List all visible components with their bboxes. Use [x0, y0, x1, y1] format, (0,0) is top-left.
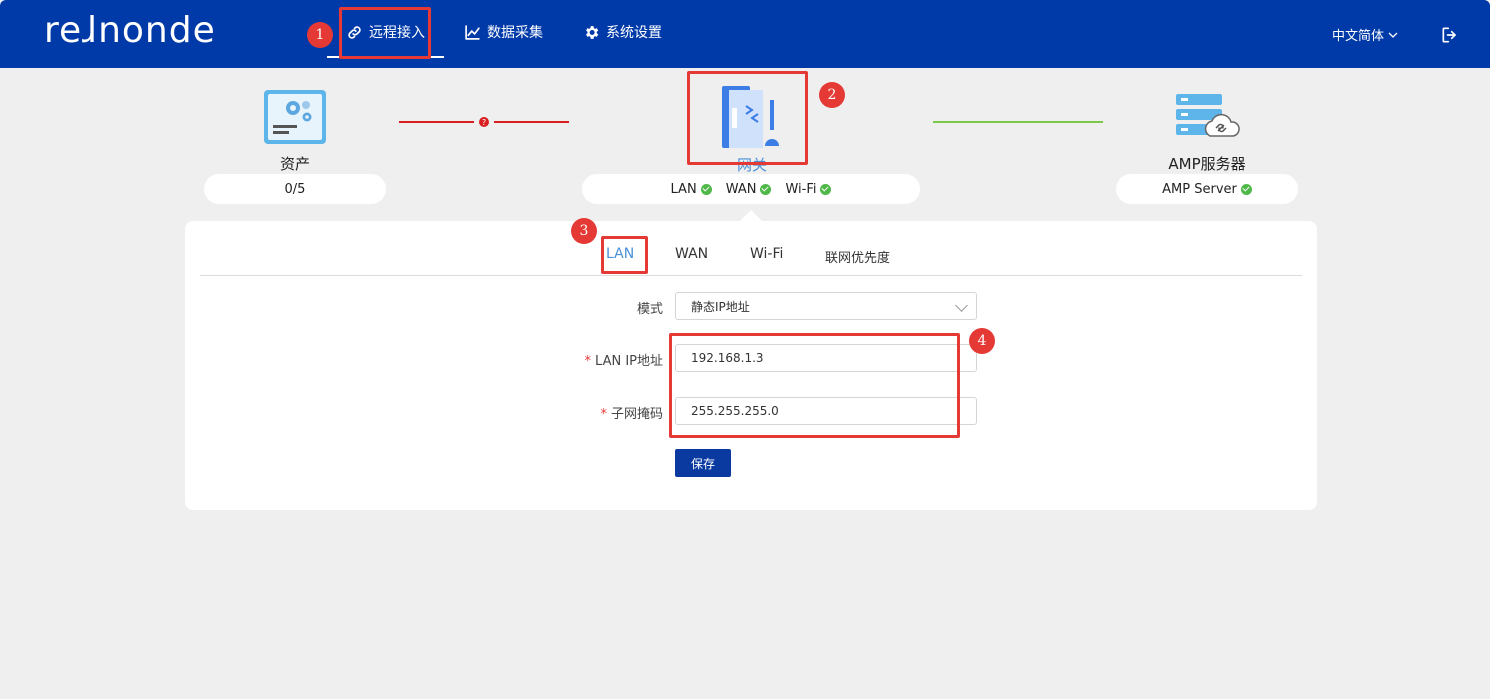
- tab-wan[interactable]: WAN: [675, 246, 708, 262]
- subnet-mask-label-text: 子网掩码: [610, 407, 663, 422]
- lan-ip-label: * LAN IP地址: [513, 350, 663, 369]
- check-circle-icon: [1240, 183, 1252, 195]
- nav-system-settings-label: 系统设置: [606, 25, 662, 41]
- tab-network-priority[interactable]: 联网优先度: [825, 247, 890, 266]
- check-circle-icon: [760, 183, 772, 195]
- gateway-server-link: [933, 121, 1103, 123]
- save-button[interactable]: 保存: [675, 449, 731, 477]
- top-header: reɺnonde 远程接入 数据采集 系统设置 中文简体: [0, 0, 1490, 68]
- annotation-marker-3: 3: [571, 218, 597, 244]
- check-circle-icon: [700, 183, 712, 195]
- brand-logo: reɺnonde: [44, 10, 216, 51]
- lan-ip-label-text: LAN IP地址: [595, 354, 663, 369]
- asset-device-icon[interactable]: [263, 89, 327, 145]
- language-label: 中文简体: [1332, 29, 1385, 44]
- gateway-wifi-status: Wi-Fi: [785, 181, 817, 197]
- chevron-down-icon: [955, 299, 968, 312]
- line-chart-icon: [465, 24, 480, 40]
- gateway-status-pill: LAN WAN Wi-Fi: [582, 174, 920, 204]
- server-status: AMP Server: [1162, 181, 1237, 197]
- nav-system-settings[interactable]: 系统设置: [583, 20, 662, 44]
- nav-data-collection-label: 数据采集: [487, 25, 543, 41]
- asset-count: 0/5: [284, 181, 306, 197]
- annotation-marker-4: 4: [969, 328, 995, 354]
- server-status-pill: AMP Server: [1116, 174, 1298, 204]
- annotation-box-3: [601, 236, 648, 274]
- chevron-down-icon: [1388, 32, 1398, 38]
- asset-count-pill: 0/5: [204, 174, 386, 204]
- mode-select[interactable]: 静态IP地址: [675, 292, 977, 320]
- tab-wifi[interactable]: Wi-Fi: [750, 246, 783, 262]
- annotation-marker-2: 2: [819, 82, 845, 108]
- mode-label: 模式: [636, 302, 663, 317]
- annotation-box-1: [339, 7, 431, 59]
- logout-icon[interactable]: [1440, 25, 1460, 45]
- check-circle-icon: [820, 183, 832, 195]
- annotation-box-2: [687, 71, 808, 165]
- nav-data-collection[interactable]: 数据采集: [464, 20, 543, 44]
- gateway-lan-status: LAN: [670, 181, 697, 197]
- subnet-mask-label: * 子网掩码: [513, 403, 663, 422]
- question-icon[interactable]: ?: [479, 117, 489, 127]
- mode-value: 静态IP地址: [691, 299, 750, 314]
- required-mark: *: [584, 354, 592, 369]
- annotation-box-4: [669, 333, 960, 438]
- config-tabs: LAN WAN Wi-Fi 联网优先度: [200, 240, 1302, 276]
- asset-label: 资产: [279, 155, 310, 173]
- svg-text:?: ?: [482, 118, 486, 127]
- server-cloud-icon[interactable]: [1174, 92, 1242, 140]
- annotation-marker-1: 1: [307, 22, 333, 48]
- language-selector[interactable]: 中文简体: [1332, 25, 1399, 44]
- required-mark: *: [600, 407, 607, 422]
- gear-icon: [586, 25, 599, 39]
- gateway-wan-status: WAN: [725, 181, 757, 197]
- server-label: AMP服务器: [1168, 155, 1246, 173]
